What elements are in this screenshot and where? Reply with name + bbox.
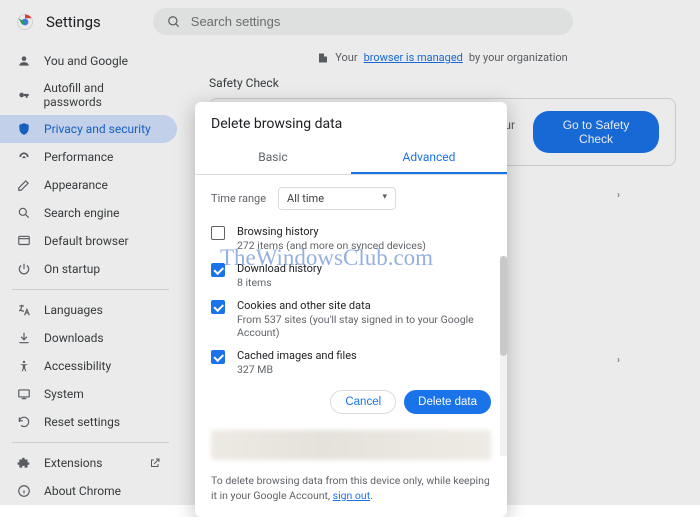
dialog-footer: To delete browsing data from this device… [195,468,507,517]
option-title: Browsing history [237,225,426,238]
option-title: Download history [237,262,322,275]
scrollbar[interactable] [500,256,507,456]
option-title: Cookies and other site data [237,299,497,312]
time-range-label: Time range [211,192,266,205]
dialog-title: Delete browsing data [195,102,507,142]
cancel-button[interactable]: Cancel [330,390,396,414]
checkbox[interactable] [211,300,225,314]
profile-preview [211,430,491,460]
option-row: Cookies and other site dataFrom 537 site… [211,294,497,344]
delete-data-button[interactable]: Delete data [404,390,491,414]
option-row: Download history8 items [211,257,497,294]
options-list: Browsing history272 items (and more on s… [195,214,507,378]
option-subtitle: From 537 sites (you'll stay signed in to… [237,313,497,339]
scroll-thumb[interactable] [500,256,507,356]
option-subtitle: 327 MB [237,363,357,376]
option-title: Cached images and files [237,349,357,362]
option-subtitle: 272 items (and more on synced devices) [237,239,426,252]
dialog-tabs: Basic Advanced [195,142,507,175]
tab-advanced[interactable]: Advanced [351,142,507,174]
checkbox[interactable] [211,263,225,277]
tab-basic[interactable]: Basic [195,142,351,174]
option-row: Browsing history272 items (and more on s… [211,220,497,257]
time-range-select[interactable]: All time [278,187,396,210]
checkbox[interactable] [211,350,225,364]
delete-browsing-data-dialog: Delete browsing data Basic Advanced Time… [195,102,507,517]
sign-out-link[interactable]: sign out [333,489,370,502]
option-row: Cached images and files327 MB [211,344,497,378]
checkbox[interactable] [211,226,225,240]
option-subtitle: 8 items [237,276,322,289]
